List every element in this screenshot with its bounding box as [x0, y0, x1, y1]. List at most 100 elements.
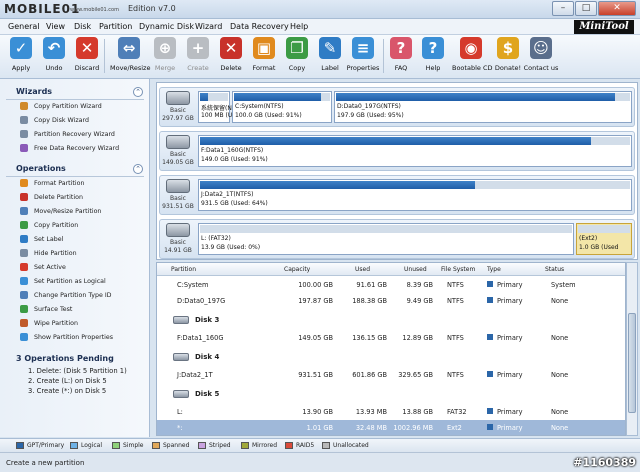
scrollbar-thumb[interactable]: [628, 313, 636, 413]
hide-partition-icon: [20, 249, 28, 257]
partition-block[interactable]: F:Data1_160G(NTFS) 149.0 GB (Used: 91%): [198, 135, 632, 167]
cell-type: Primary: [497, 281, 523, 289]
menu-help[interactable]: Help: [290, 22, 308, 31]
bootable-cd-icon: ◉: [460, 37, 482, 59]
sidebar-item[interactable]: Free Data Recovery Wizard: [20, 142, 146, 154]
col-used[interactable]: Used: [355, 266, 370, 273]
cell-capacity: 100.00 GB: [298, 281, 333, 289]
partition-name: L: (FAT32): [201, 235, 231, 242]
table-row[interactable]: D:Data0_197G 197.87 GB 188.38 GB 9.49 GB NTF…: [157, 293, 625, 308]
sidebar-item[interactable]: Partition Recovery Wizard: [20, 128, 146, 140]
menu-dynamic-disk[interactable]: Dynamic Disk: [139, 22, 194, 31]
disk-row[interactable]: Basic 149.05 GB F:Data1_160G(NTFS) 149.0 GB…: [159, 131, 635, 171]
discard-button[interactable]: ✕ Discard: [68, 37, 106, 72]
disk-group-header[interactable]: Disk 3: [157, 313, 625, 327]
menu-disk[interactable]: Disk: [74, 22, 91, 31]
bootable-cd-button[interactable]: ◉ Bootable CD: [452, 37, 493, 72]
partition-block[interactable]: C:System(NTFS) 100.0 GB (Used: 91%): [232, 91, 332, 123]
cell-type: Primary: [497, 334, 523, 342]
properties-icon: ≡: [352, 37, 374, 59]
move-resize-icon: ⇔: [118, 37, 140, 59]
maximize-button[interactable]: □: [575, 1, 597, 16]
legend-label: Unallocated: [333, 442, 369, 449]
collapse-wizards-icon[interactable]: ⌃: [133, 87, 143, 97]
disk-size-label: 14.91 GB: [164, 247, 192, 254]
toolbar-label: Help: [425, 64, 441, 72]
menu-wizard[interactable]: Wizard: [195, 22, 222, 31]
partition-name: D:Data0_197G(NTFS): [337, 103, 401, 110]
sidebar-item[interactable]: Delete Partition: [20, 191, 146, 203]
partition-block[interactable]: D:Data0_197G(NTFS) 197.9 GB (Used: 95%): [334, 91, 632, 123]
sidebar-item[interactable]: Set Active: [20, 261, 146, 273]
disk-type-label: Basic: [170, 107, 186, 114]
disk-row[interactable]: Basic 297.97 GB 系統保留(NT 100 MB (Used C:Syste…: [159, 87, 635, 127]
col-type[interactable]: Type: [487, 266, 501, 273]
sidebar-item[interactable]: Copy Disk Wizard: [20, 114, 146, 126]
menu-partition[interactable]: Partition: [99, 22, 132, 31]
disk-group-header[interactable]: Disk 4: [157, 350, 625, 364]
partition-block[interactable]: J:Data2_1T(NTFS) 931.5 GB (Used: 64%): [198, 179, 632, 211]
col-unused[interactable]: Unused: [404, 266, 427, 273]
table-scrollbar[interactable]: [626, 262, 638, 436]
properties-button[interactable]: ≡ Properties: [344, 37, 382, 72]
sidebar-item[interactable]: Set Partition as Logical: [20, 275, 146, 287]
partition-block[interactable]: L: (FAT32) 13.9 GB (Used: 0%): [198, 223, 574, 255]
usage-fill: [336, 93, 616, 101]
usage-bar: [200, 137, 630, 145]
disk-group-header[interactable]: Disk 5: [157, 387, 625, 401]
disk-row[interactable]: Basic 931.51 GB J:Data2_1T(NTFS) 931.5 GB (…: [159, 175, 635, 215]
sidebar-item[interactable]: Change Partition Type ID: [20, 289, 146, 301]
partition-block[interactable]: 系統保留(NT 100 MB (Used: [198, 91, 243, 123]
label-icon: ✎: [319, 37, 341, 59]
legend-swatch: [285, 442, 293, 449]
col-status[interactable]: Status: [545, 266, 564, 273]
close-button[interactable]: ✕: [598, 1, 636, 16]
table-row[interactable]: J:Data2_1T 931.51 GB 601.86 GB 329.65 GB NTF…: [157, 367, 625, 382]
sidebar-item[interactable]: Show Partition Properties: [20, 331, 146, 343]
sidebar-item-label: Move/Resize Partition: [34, 207, 102, 215]
menu-view[interactable]: View: [46, 22, 65, 31]
disk-row[interactable]: Basic 14.91 GB L: (FAT32) 13.9 GB (Used: 0%…: [159, 219, 635, 259]
cell-unused: 12.89 GB: [402, 334, 433, 342]
primary-type-icon: [487, 424, 493, 430]
contact-icon: ☺: [530, 37, 552, 59]
menu-data-recovery[interactable]: Data Recovery: [230, 22, 289, 31]
sidebar-item[interactable]: Hide Partition: [20, 247, 146, 259]
table-row[interactable]: F:Data1_160G 149.05 GB 136.15 GB 12.89 GB NT…: [157, 330, 625, 345]
legend-item: Striped: [198, 442, 231, 449]
sidebar-item[interactable]: Copy Partition: [20, 219, 146, 231]
usage-fill: [200, 93, 209, 101]
move-resize-button[interactable]: ⇔ Move/Resize: [110, 37, 150, 72]
sidebar-item[interactable]: Wipe Partition: [20, 317, 146, 329]
sidebar-item[interactable]: Surface Test: [20, 303, 146, 315]
mobile01-logo: MOBILE01: [4, 2, 81, 16]
partition-block[interactable]: (Ext2) 1.0 GB (Used: [576, 223, 632, 255]
minimize-button[interactable]: –: [552, 1, 574, 16]
sidebar-item[interactable]: Copy Partition Wizard: [20, 100, 146, 112]
help-button[interactable]: ? Help: [414, 37, 452, 72]
merge-icon: ⊕: [154, 37, 176, 59]
menu-general[interactable]: General: [8, 22, 40, 31]
legend-label: RAID5: [296, 442, 315, 449]
sidebar-item[interactable]: Move/Resize Partition: [20, 205, 146, 217]
surface-test-icon: [20, 305, 28, 313]
legend-item: Unallocated: [322, 442, 369, 449]
pending-item[interactable]: 1. Delete: (Disk 5 Partition 1): [28, 367, 127, 375]
col-capacity[interactable]: Capacity: [284, 266, 310, 273]
hard-disk-icon: [166, 179, 190, 193]
logo-subtitle: www.mobile01.com: [70, 7, 119, 13]
col-file-system[interactable]: File System: [441, 266, 475, 273]
table-row[interactable]: *: 1.01 GB 32.48 MB 1002.96 MB Ext2 Primary No…: [157, 420, 625, 435]
pending-item[interactable]: 3. Create (*:) on Disk 5: [28, 387, 106, 395]
table-row[interactable]: L: 13.90 GB 13.93 MB 13.88 GB FAT32 Primary No…: [157, 404, 625, 419]
pending-item[interactable]: 2. Create (L:) on Disk 5: [28, 377, 107, 385]
table-row[interactable]: C:System 100.00 GB 91.61 GB 8.39 GB NTFS Prim…: [157, 277, 625, 292]
legend-swatch: [322, 442, 330, 449]
collapse-operations-icon[interactable]: ⌃: [133, 164, 143, 174]
sidebar-item[interactable]: Set Label: [20, 233, 146, 245]
sidebar-item[interactable]: Format Partition: [20, 177, 146, 189]
disk-map: Basic 297.97 GB 系統保留(NT 100 MB (Used C:Syste…: [156, 82, 638, 260]
disk-icon: [173, 390, 189, 398]
col-partition[interactable]: Partition: [171, 266, 196, 273]
contact-us-button[interactable]: ☺ Contact us: [522, 37, 560, 72]
